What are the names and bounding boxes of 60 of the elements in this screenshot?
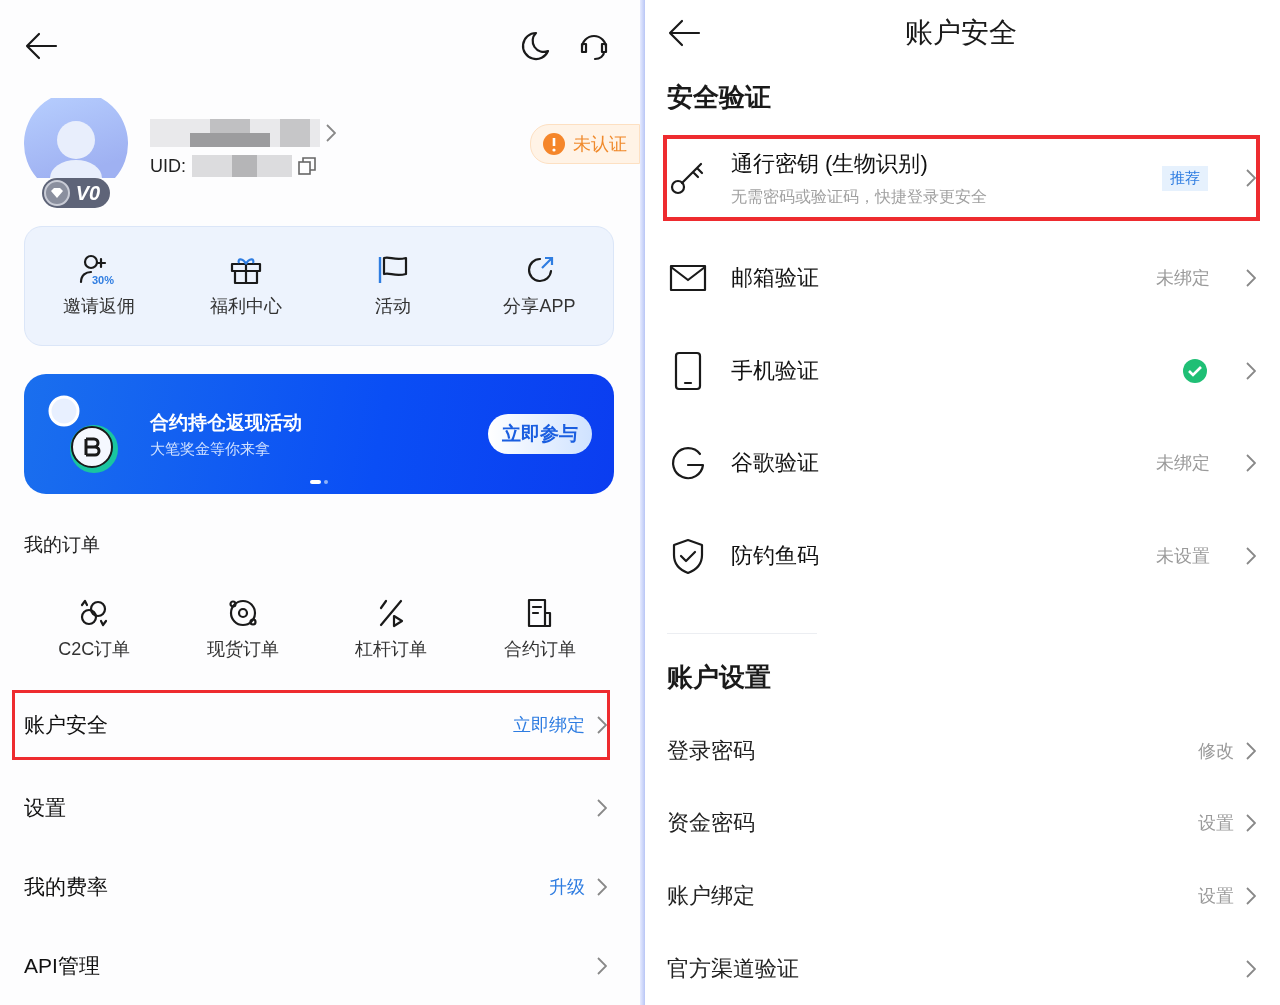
join-button[interactable]: 立即参与 xyxy=(488,414,592,454)
uid-label: UID: xyxy=(150,155,186,177)
quick-action[interactable]: 分享APP xyxy=(466,253,613,319)
chevron-icon xyxy=(1246,547,1256,566)
chevron-icon xyxy=(1246,814,1256,833)
warning-icon xyxy=(543,133,565,155)
back-button[interactable] xyxy=(24,32,58,60)
orbit-icon xyxy=(226,597,259,629)
chevron-icon xyxy=(1246,169,1256,188)
verification-row[interactable]: 防钓鱼码 未设置 xyxy=(663,509,1260,603)
settings-row[interactable]: 账户绑定 设置 xyxy=(667,859,1256,933)
order-shortcut[interactable]: 合约订单 xyxy=(465,596,614,662)
verification-row[interactable]: 邮箱验证 未绑定 xyxy=(663,231,1260,325)
section-title: 我的订单 xyxy=(24,533,101,557)
chevron-icon xyxy=(1246,959,1256,978)
verification-row[interactable]: 谷歌验证 未绑定 xyxy=(663,416,1260,510)
chevron-icon xyxy=(597,798,607,817)
menu-row[interactable]: API管理 xyxy=(12,926,610,1005)
banner-title: 合约持仓返现活动 xyxy=(150,410,303,435)
section-heading: 账户设置 xyxy=(667,660,772,694)
back-button[interactable] xyxy=(667,19,701,48)
quick-action[interactable]: 30% 邀请返佣 xyxy=(25,253,172,319)
chevron-icon xyxy=(326,124,336,142)
section-heading: 安全验证 xyxy=(667,81,772,115)
row-label: 防钓鱼码 xyxy=(731,542,819,571)
settings-row[interactable]: 资金密码 设置 xyxy=(667,787,1256,860)
banner-subtitle: 大笔奖金等你来拿 xyxy=(150,439,271,459)
envelope-icon xyxy=(669,262,707,293)
chevron-icon xyxy=(1246,268,1256,287)
chevron-icon xyxy=(597,877,607,896)
copy-icon[interactable] xyxy=(298,157,316,175)
quick-action[interactable]: 活动 xyxy=(319,253,466,319)
settings-row[interactable]: 官方渠道验证 xyxy=(667,932,1256,1005)
chevron-icon xyxy=(1246,887,1256,906)
recommended-tag: 推荐 xyxy=(1162,165,1208,191)
menu-row[interactable]: 我的费率 升级 xyxy=(12,847,610,926)
page-title: 账户安全 xyxy=(903,16,1018,51)
level-badge: V0 xyxy=(41,178,111,208)
order-shortcut[interactable]: C2C订单 xyxy=(20,596,169,662)
menu-row[interactable]: 设置 xyxy=(12,768,610,847)
chevron-icon xyxy=(597,716,607,734)
menu-row[interactable]: 账户安全 立即绑定 xyxy=(12,690,610,760)
promo-banner[interactable]: 合约持仓返现活动 大笔奖金等你来拿 立即参与 xyxy=(24,374,614,494)
row-label: 通行密钥 (生物识别) xyxy=(731,149,928,178)
row-label: 邮箱验证 xyxy=(731,263,819,292)
order-shortcut[interactable]: 现货订单 xyxy=(168,596,317,662)
row-label: 手机验证 xyxy=(731,356,819,385)
chevron-icon xyxy=(1246,454,1256,473)
settings-row[interactable]: 登录密码 修改 xyxy=(667,714,1256,788)
verification-row[interactable]: 通行密钥 (生物识别) 无需密码或验证码，快捷登录更安全 推荐 xyxy=(663,135,1260,222)
row-subtitle: 无需密码或验证码，快捷登录更安全 xyxy=(731,186,987,207)
row-label: 谷歌验证 xyxy=(731,449,819,478)
chevron-icon xyxy=(1246,741,1256,760)
quick-action[interactable]: 福利中心 xyxy=(172,253,319,319)
order-shortcut[interactable]: 杠杆订单 xyxy=(317,596,466,662)
moon-icon[interactable] xyxy=(520,30,550,62)
chevron-icon xyxy=(597,956,607,975)
verify-status: 未认证 xyxy=(573,133,627,156)
chevron-icon xyxy=(1246,361,1256,380)
verification-row[interactable]: 手机验证 xyxy=(663,324,1260,417)
